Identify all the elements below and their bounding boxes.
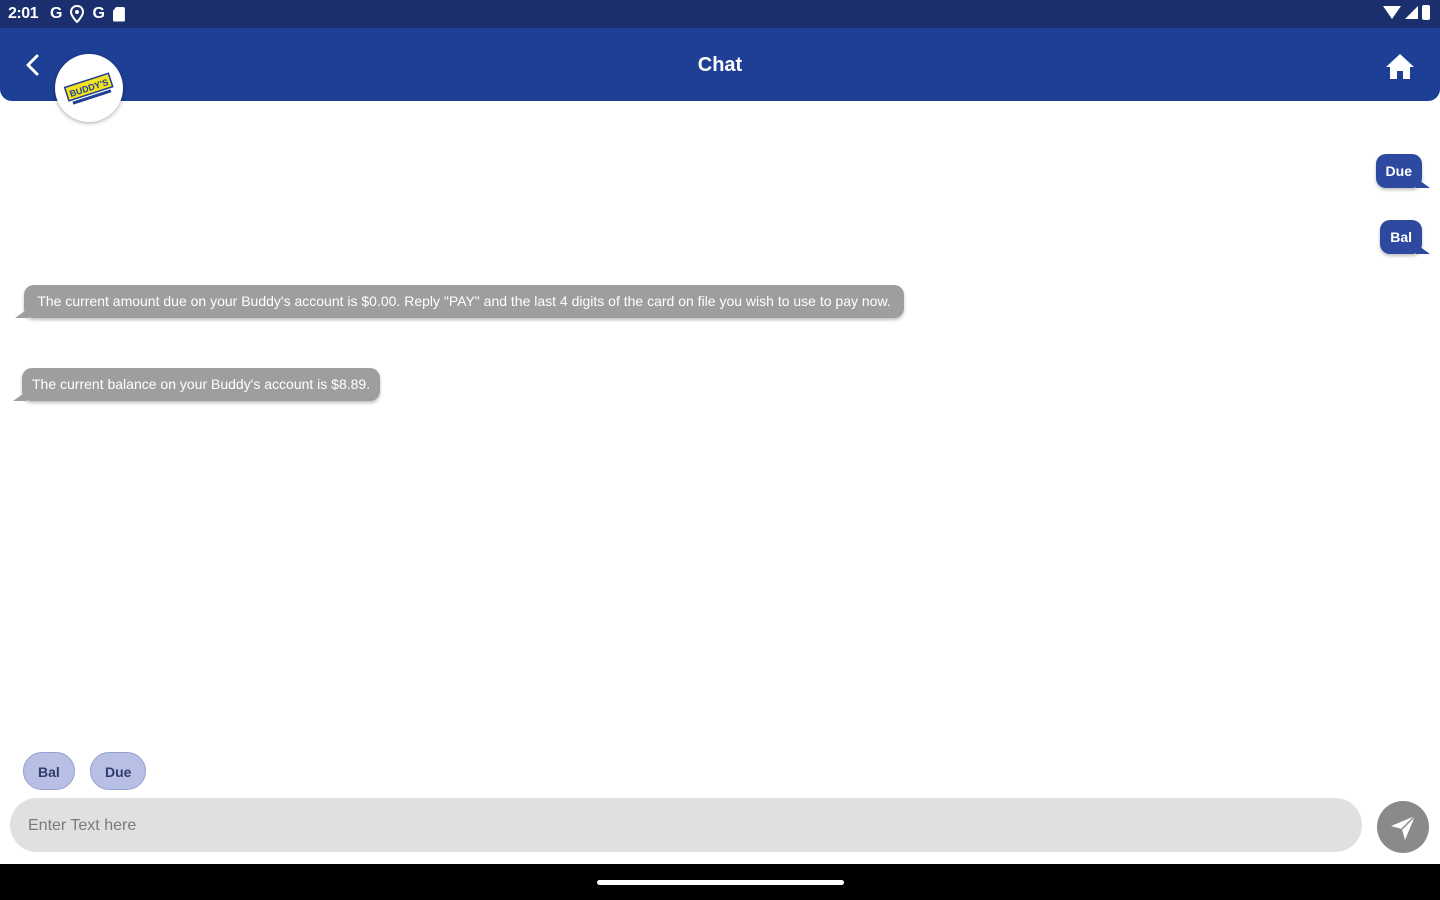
- send-button[interactable]: [1377, 801, 1429, 853]
- outgoing-message: Bal: [1380, 220, 1430, 254]
- incoming-message: The current amount due on your Buddy's a…: [15, 285, 904, 318]
- outgoing-message: Due: [1375, 154, 1430, 188]
- message-text: Bal: [1390, 229, 1412, 245]
- google-icon: G: [92, 5, 105, 22]
- status-bar: 2:01 G G: [0, 0, 1440, 28]
- bubble-tail: [1416, 244, 1430, 254]
- message-text: The current balance on your Buddy's acco…: [32, 376, 371, 392]
- sd-card-icon: [112, 6, 125, 22]
- status-time: 2:01: [8, 5, 39, 22]
- app-header: Chat: [0, 28, 1440, 101]
- page-title: Chat: [697, 54, 743, 76]
- location-icon: [70, 5, 85, 23]
- wifi-icon: [1383, 6, 1401, 19]
- system-status-icons: [1383, 5, 1430, 20]
- message-composer: [10, 798, 1362, 854]
- navigation-bar: [0, 864, 1440, 900]
- notification-icons: G G: [50, 4, 125, 24]
- quick-reply-due[interactable]: Due: [90, 752, 147, 790]
- home-button[interactable]: [1384, 50, 1416, 82]
- bubble-tail: [1416, 178, 1430, 188]
- send-icon: [1391, 815, 1416, 840]
- signal-icon: [1405, 6, 1418, 19]
- quick-reply-bal[interactable]: Bal: [23, 752, 75, 790]
- message-text: The current amount due on your Buddy's a…: [37, 293, 891, 309]
- google-icon: G: [50, 5, 63, 22]
- message-input[interactable]: [26, 798, 1350, 854]
- home-icon: [1386, 54, 1414, 79]
- battery-icon: [1422, 5, 1430, 20]
- avatar: BUDDY'S: [55, 54, 123, 122]
- chat-screen: 2:01 G G Chat BUDDY'S Due Bal The curren…: [0, 0, 1440, 900]
- message-text: Due: [1385, 163, 1412, 179]
- home-indicator[interactable]: [597, 880, 844, 885]
- incoming-message: The current balance on your Buddy's acco…: [13, 368, 381, 401]
- bubble-tail: [13, 391, 27, 401]
- buddys-logo: BUDDY'S: [63, 72, 114, 105]
- bubble-tail: [15, 308, 29, 318]
